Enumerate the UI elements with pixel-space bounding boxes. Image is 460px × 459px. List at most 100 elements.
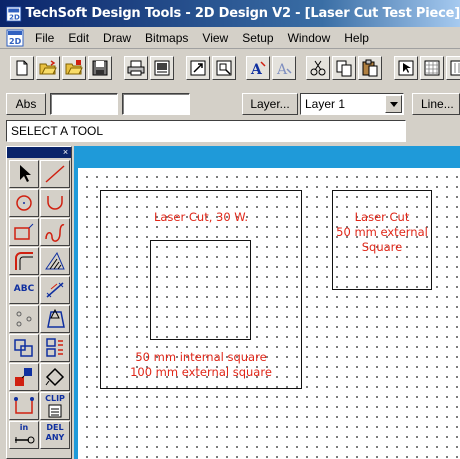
text-outline-icon: A [276,62,292,77]
annotation-internal-square: 50 mm internal square [135,350,267,364]
menu-file[interactable]: File [28,31,61,45]
group-tool[interactable] [9,334,39,362]
text-tool[interactable]: ABC [9,276,39,304]
annotation-laser-cut-30w: Laser Cut, 30 W. [153,210,249,224]
new-button[interactable] [10,56,34,80]
trim-tool[interactable] [9,392,39,420]
fillet-icon [15,252,33,270]
menu-window[interactable]: Window [281,31,338,45]
text-bold-button[interactable]: A [246,56,270,80]
clipboard-icon [48,404,62,418]
menu-edit[interactable]: Edit [61,31,96,45]
svg-text:2D: 2D [9,37,22,46]
delete-tool-label-1: DEL [46,423,64,432]
save-icon [92,60,108,76]
annotation-external-square: 100 mm external square [130,365,272,379]
insert-tool[interactable]: in [9,421,39,449]
text-bold-icon: A [250,61,266,77]
curve-tool[interactable] [40,218,70,246]
zoom-window-icon [216,60,232,76]
layer-button[interactable]: Layer... [242,93,298,115]
cut-icon [310,60,326,76]
arc-tool[interactable] [40,189,70,217]
new-icon [16,60,28,76]
layer-select[interactable]: Layer 1 [300,93,404,115]
print-button[interactable] [124,56,148,80]
main-toolbar: A A [0,51,460,87]
window-title: TechSoft Design Tools - 2D Design V2 - [… [25,6,460,21]
array-icon [46,338,63,357]
copy-button[interactable] [332,56,356,80]
line-tool[interactable] [40,160,70,188]
select-icon [398,60,414,76]
clip-tool[interactable]: CLIP [40,392,70,420]
delete-any-tool[interactable]: DEL ANY [40,421,70,449]
app-icon: 2D [6,6,22,21]
open-library-button[interactable] [62,56,86,80]
arc-icon [47,196,63,210]
colour-tool[interactable] [9,363,39,391]
menu-setup[interactable]: Setup [235,31,280,45]
fillet-tool[interactable] [9,247,39,275]
menu-view[interactable]: View [195,31,235,45]
abs-button[interactable]: Abs [6,93,46,115]
print-preview-icon [154,60,170,76]
more-toolbar-button[interactable] [446,56,460,80]
cut-button[interactable] [306,56,330,80]
fill-tool[interactable] [40,363,70,391]
zoom-fit-button[interactable] [186,56,210,80]
zoom-fit-icon [190,60,206,76]
annotation-laser-cut: Laser Cut [354,210,410,224]
hatch-tool[interactable] [40,247,70,275]
grid-button[interactable] [420,56,444,80]
print-preview-button[interactable] [150,56,174,80]
open-library-icon [65,60,83,75]
menu-draw[interactable]: Draw [96,31,138,45]
document-icon[interactable]: 2D [6,29,24,47]
line-button[interactable]: Line... [412,93,460,115]
open-icon [39,60,57,75]
paste-button[interactable] [358,56,382,80]
zoom-window-button[interactable] [212,56,236,80]
menu-help[interactable]: Help [337,31,376,45]
svg-text:A: A [276,62,288,77]
text-outline-button[interactable]: A [272,56,296,80]
array-tool[interactable] [40,334,70,362]
chevron-down-icon[interactable] [385,95,402,113]
colour-icon [15,368,32,386]
dimension-tool[interactable] [40,276,70,304]
curve-icon [45,224,65,242]
prompt-line: SELECT A TOOL [6,120,406,142]
title-bar[interactable]: 2D TechSoft Design Tools - 2D Design V2 … [0,0,460,27]
insert-arrow-icon [15,436,35,444]
hatch-icon [45,251,65,270]
drawing-canvas[interactable]: Laser Cut, 30 W. 50 mm internal square 1… [78,168,460,459]
menu-bitmaps[interactable]: Bitmaps [138,31,195,45]
svg-text:A: A [250,62,263,77]
dimension-icon [46,282,64,298]
svg-text:2D: 2D [9,13,20,21]
palette-close-icon[interactable]: × [61,147,70,157]
y-coordinate-input[interactable] [122,93,190,115]
pointer-tool[interactable] [9,160,39,188]
annotation-50mm-external: 50 mm external [336,225,428,239]
polygon-tool[interactable] [40,305,70,333]
rectangle-tool[interactable] [9,218,39,246]
save-button[interactable] [88,56,112,80]
select-button[interactable] [394,56,418,80]
open-button[interactable] [36,56,60,80]
pointer-icon [20,165,31,182]
tool-palette: × ABC CLIP in DEL ANY [6,146,72,459]
menu-bar: 2D File Edit Draw Bitmaps View Setup Win… [0,27,460,49]
delete-tool-label-2: ANY [45,433,65,442]
insert-tool-label: in [19,423,29,432]
line-icon [45,165,65,183]
points-tool[interactable] [9,305,39,333]
polygon-icon [47,308,65,328]
inner-square-50mm[interactable] [150,240,251,340]
print-icon [127,60,145,76]
copy-icon [336,60,352,77]
circle-tool[interactable] [9,189,39,217]
x-coordinate-input[interactable] [50,93,118,115]
paste-icon [362,59,378,77]
